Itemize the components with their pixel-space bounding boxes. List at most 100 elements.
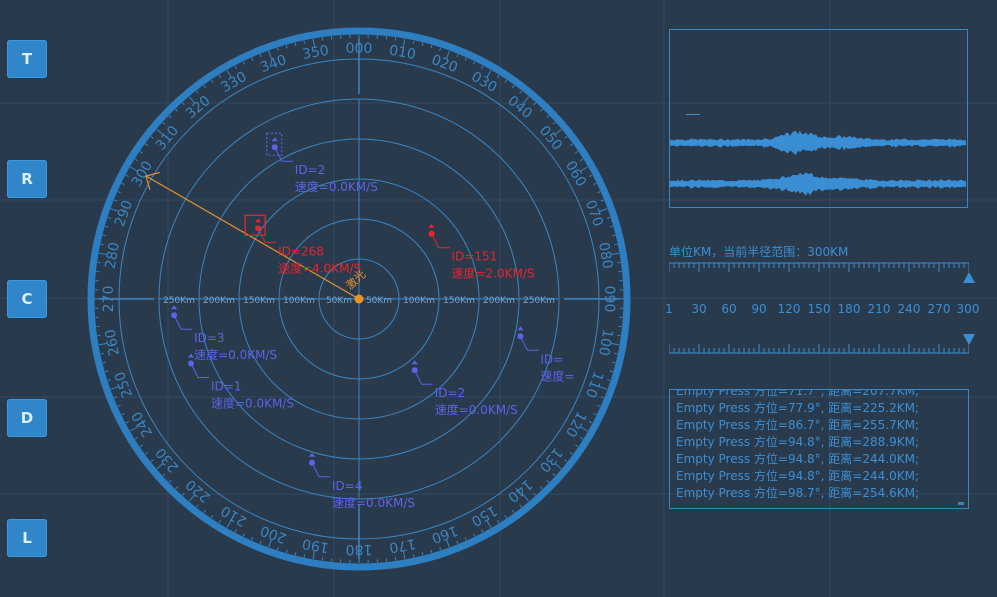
side-button-r[interactable]: R <box>7 160 47 198</box>
bearing-tick <box>456 540 459 544</box>
target-id-label: ID=2 <box>435 386 465 400</box>
bearing-tick <box>100 352 104 355</box>
target-speed-label: 速度=0.0KM/S <box>332 495 415 510</box>
bearing-tick <box>102 234 106 237</box>
bearing-tick <box>412 554 415 558</box>
target-id-label: ID=2 <box>295 163 325 177</box>
target-speed-label: 速度=0.0KM/S <box>295 179 378 194</box>
bearing-tick <box>564 136 568 139</box>
waveform-channel-2 <box>670 172 966 196</box>
range-label: 50Km <box>366 296 392 306</box>
bearing-tick <box>294 552 297 556</box>
bearing-tick <box>134 158 138 162</box>
laser-line <box>145 175 360 300</box>
radar-target[interactable]: ID=4 速度=0.0KM/S <box>309 452 415 510</box>
target-id-label: ID=151 <box>452 250 498 264</box>
bearing-label: 260 <box>103 328 123 357</box>
log-entry: Empty Press 方位=94.8°, 距离=288.9KM; <box>676 435 919 449</box>
range-scale-label: 300 <box>956 302 980 316</box>
bearing-tick <box>607 379 611 382</box>
radar-target[interactable]: ID= 速度= <box>517 326 574 383</box>
side-button-t[interactable]: T <box>7 40 47 78</box>
bearing-tick <box>259 54 262 58</box>
range-scale-label: 60 <box>721 302 737 316</box>
detection-log[interactable]: Empty Press 方位=71.7°, 距离=207.7KM; Empty … <box>669 389 969 509</box>
target-selection-box <box>266 132 283 156</box>
bearing-tick <box>196 504 199 508</box>
bearing-tick <box>251 57 254 61</box>
bearing-tick <box>107 216 111 219</box>
range-ruler-top[interactable] <box>669 260 969 274</box>
target-leader-line <box>431 233 450 249</box>
bearing-tick <box>552 473 556 477</box>
bearing-tick <box>421 552 424 556</box>
bearing-tick <box>102 361 106 364</box>
bearing-label: 090 <box>601 286 617 313</box>
target-id-label: ID=3 <box>194 331 224 345</box>
bearing-tick <box>139 444 143 448</box>
bearing-label: 160 <box>429 522 460 546</box>
bearing-tick <box>575 444 579 448</box>
radar-target[interactable]: ID=3 速度=0.0KM/S <box>171 305 277 362</box>
target-heading-icon <box>255 218 262 223</box>
bearing-tick <box>121 412 125 416</box>
range-scale-label: 210 <box>867 302 891 316</box>
bearing-tick <box>251 537 254 541</box>
side-button-d[interactable]: D <box>7 399 47 437</box>
bearing-label: 170 <box>388 535 417 555</box>
side-button-c[interactable]: C <box>7 280 47 318</box>
bearing-label: 270 <box>101 286 117 313</box>
bearing-tick <box>597 404 601 407</box>
bearing-label: 100 <box>595 328 615 357</box>
range-ruler-bottom[interactable] <box>669 342 969 356</box>
log-entry: Empty Press 方位=77.9°, 距离=225.2KM; <box>676 401 919 415</box>
range-slider-handle-top[interactable] <box>963 272 975 283</box>
target-speed-label: 速度= <box>540 368 574 383</box>
bearing-tick <box>168 115 172 119</box>
range-scale-label: 30 <box>691 302 707 316</box>
bearing-tick <box>519 90 522 94</box>
range-label: 200Km <box>203 296 235 306</box>
bearing-tick <box>589 421 593 424</box>
bearing-tick <box>575 150 579 154</box>
bearing-tick <box>105 370 109 373</box>
bearing-tick <box>597 191 601 194</box>
log-scroll-indicator[interactable] <box>958 502 964 505</box>
bearing-tick <box>600 396 604 399</box>
bearing-tick <box>593 182 597 186</box>
bearing-tick <box>589 174 593 177</box>
bearing-tick <box>218 520 222 524</box>
range-label: 200Km <box>483 296 515 306</box>
bearing-tick <box>511 509 515 513</box>
bearing-label: 120 <box>562 408 589 439</box>
target-heading-icon <box>188 353 194 358</box>
range-label: 150Km <box>443 296 475 306</box>
bearing-tick <box>181 102 185 106</box>
radar-target[interactable]: ID=151 速度=2.0KM/S <box>428 223 535 281</box>
bearing-tick <box>276 47 279 51</box>
bearing-tick <box>285 549 288 553</box>
bearing-label: 020 <box>429 52 460 76</box>
bearing-tick <box>117 404 121 407</box>
bearing-tick <box>117 191 121 194</box>
target-id-label: ID= <box>540 352 563 366</box>
bearing-tick <box>546 115 550 119</box>
range-scale: 1 30 60 90 120 150 180 210 240 270 300 <box>660 302 980 318</box>
bearing-tick <box>504 515 508 519</box>
radar-display[interactable]: 000 010 0200300400500600700800901001101201… <box>78 18 640 580</box>
target-id-label: ID=1 <box>211 380 241 394</box>
bearing-tick <box>196 90 199 94</box>
bearing-label: 180 <box>346 541 373 557</box>
bearing-tick <box>496 520 500 524</box>
bearing-tick <box>168 479 172 483</box>
radar-target[interactable]: ID=268 速度=4.0KM/S <box>244 214 361 275</box>
radar-target[interactable]: ID=2 速度=0.0KM/S <box>411 360 518 417</box>
bearing-tick <box>612 234 616 237</box>
radar-target[interactable]: ID=2 速度=0.0KM/S <box>266 132 378 194</box>
bearing-label: 010 <box>388 43 417 63</box>
bearing-tick <box>614 352 618 355</box>
bearing-label: 350 <box>301 43 330 63</box>
bearing-tick <box>162 473 166 477</box>
side-button-l[interactable]: L <box>7 519 47 557</box>
target-leader-line <box>173 314 193 330</box>
